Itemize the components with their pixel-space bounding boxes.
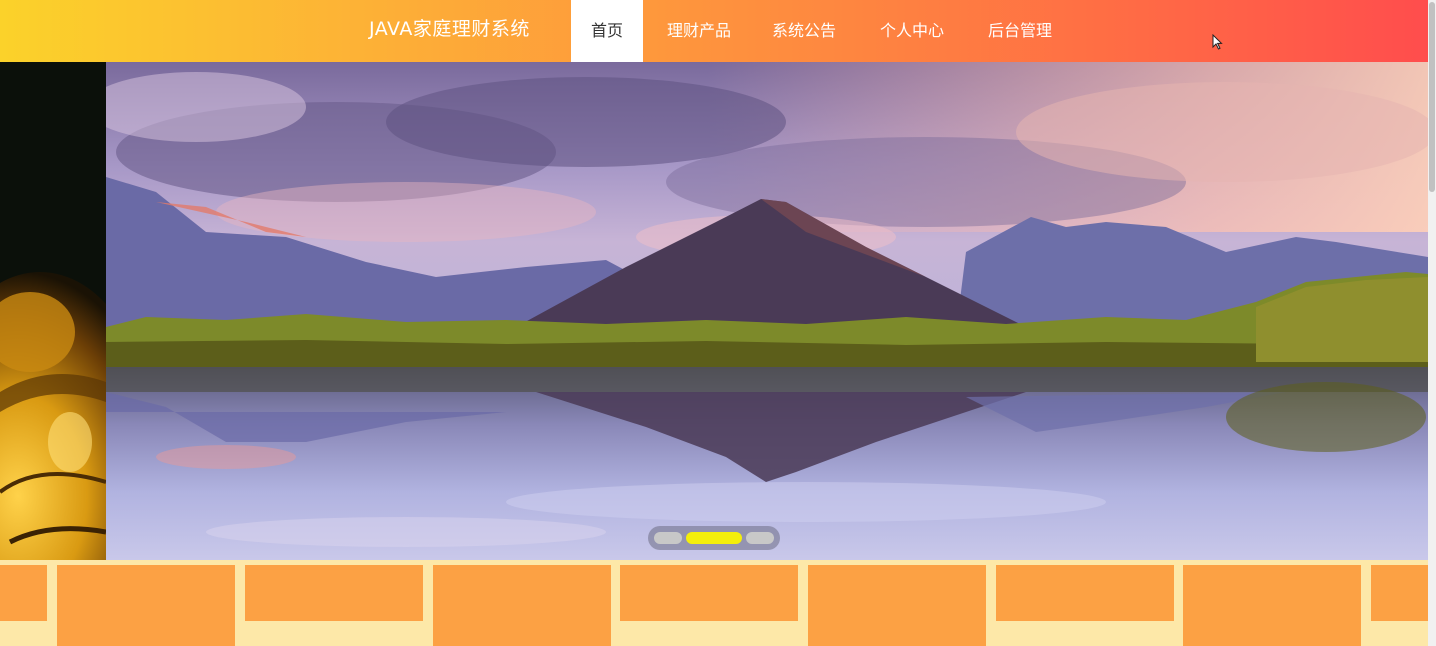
carousel-dot-1[interactable] (654, 532, 682, 544)
page: JAVA家庭理财系统 首页 理财产品 系统公告 个人中心 后台管理 (0, 0, 1436, 646)
tile-7[interactable] (996, 565, 1174, 621)
tile-2[interactable] (57, 565, 235, 646)
tile-8[interactable] (1183, 565, 1361, 646)
banner-carousel[interactable] (0, 62, 1428, 560)
tile-1[interactable] (0, 565, 47, 621)
tile-4[interactable] (433, 565, 611, 646)
nav-announcements[interactable]: 系统公告 (756, 0, 852, 62)
carousel-indicators (648, 526, 780, 550)
scrollbar-thumb[interactable] (1429, 2, 1435, 192)
featured-tiles-strip (0, 560, 1428, 646)
carousel-dot-3[interactable] (746, 532, 774, 544)
tile-9[interactable] (1371, 565, 1428, 621)
nav-home[interactable]: 首页 (571, 0, 643, 62)
main-slide-image (106, 62, 1428, 560)
top-navbar: JAVA家庭理财系统 首页 理财产品 系统公告 个人中心 后台管理 (0, 0, 1428, 62)
tile-5[interactable] (620, 565, 798, 621)
previous-slide-image (0, 62, 106, 560)
vertical-scrollbar[interactable] (1428, 0, 1436, 646)
tile-6[interactable] (808, 565, 986, 646)
carousel-dot-2[interactable] (686, 532, 742, 544)
strip-divider (0, 560, 1428, 564)
tile-3[interactable] (245, 565, 423, 621)
mouse-cursor-icon (1212, 34, 1223, 50)
nav-finance-products[interactable]: 理财产品 (651, 0, 747, 62)
nav-admin[interactable]: 后台管理 (972, 0, 1068, 62)
site-title: JAVA家庭理财系统 (369, 18, 530, 40)
nav-personal-center[interactable]: 个人中心 (864, 0, 960, 62)
